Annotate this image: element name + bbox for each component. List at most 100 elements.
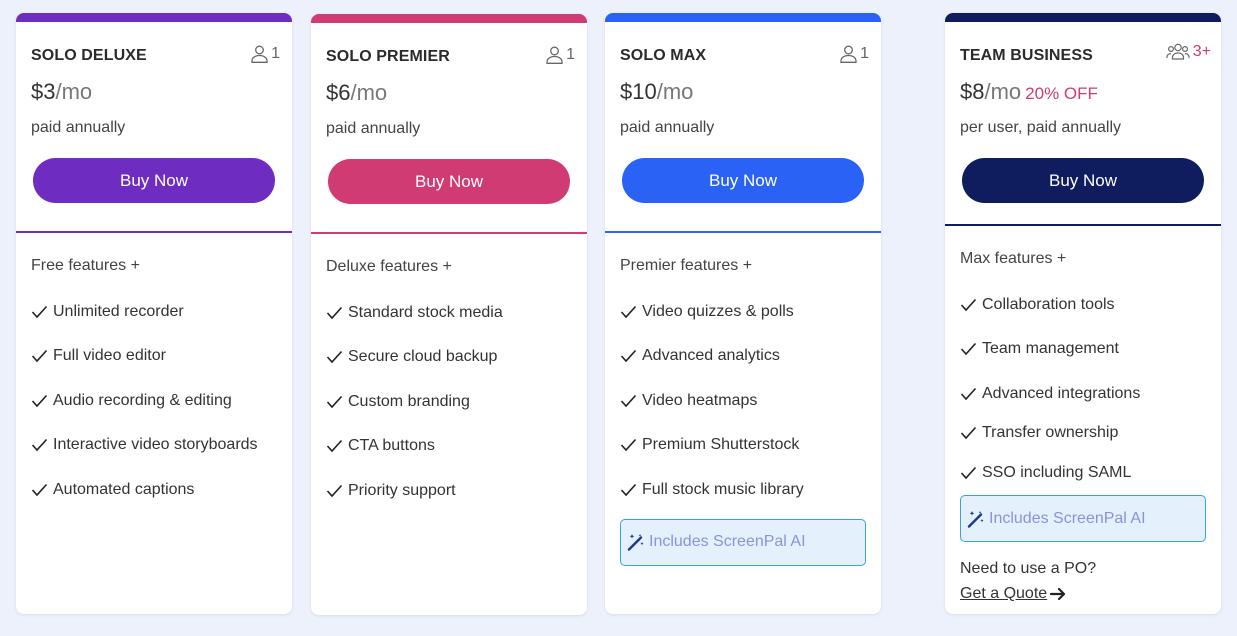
feature-label: Premium Shutterstock (642, 436, 800, 453)
check-icon (326, 395, 343, 408)
price-amount: $8 (960, 79, 985, 104)
check-icon (326, 439, 343, 453)
feature-label: Priority support (348, 481, 456, 499)
feature-item: Transfer ownership (960, 423, 1221, 443)
ai-badge-label: Includes ScreenPal AI (649, 533, 806, 550)
check-icon (31, 349, 48, 363)
card-header: TEAM BUSINESS 3+ $8/mo 20% OFF per user, … (945, 13, 1221, 226)
features-title: Free features + (31, 257, 140, 274)
feature-item: Video quizzes & polls (620, 302, 881, 322)
billing-terms: paid annually (326, 120, 421, 137)
feature-label: Interactive video storyboards (53, 436, 258, 453)
plan-name: SOLO MAX (620, 47, 707, 64)
feature-item: Advanced integrations (960, 384, 1221, 404)
user-icon (840, 45, 857, 63)
plan-name: TEAM BUSINESS (960, 47, 1093, 64)
buy-now-button[interactable]: Buy Now (328, 159, 570, 204)
seat-count: 3+ (1166, 43, 1211, 61)
buy-now-button[interactable]: Buy Now (33, 158, 275, 203)
card-header: SOLO PREMIER 1 $6/mo paid annually Buy N… (311, 14, 587, 234)
check-icon (326, 350, 343, 364)
billing-terms: per user, paid annually (960, 119, 1121, 136)
price: $6/mo (326, 80, 387, 106)
po-prompt: Need to use a PO? (960, 560, 1097, 577)
feature-label: Automated captions (53, 480, 195, 498)
billing-terms: paid annually (620, 119, 715, 136)
plan-card-solo-premier: SOLO PREMIER 1 $6/mo paid annually Buy N… (311, 14, 587, 615)
feature-label: Standard stock media (348, 303, 503, 321)
feature-label: Video quizzes & polls (642, 302, 794, 320)
feature-label: Team management (982, 340, 1119, 357)
check-icon (31, 438, 48, 452)
feature-item: Advanced analytics (620, 346, 881, 366)
plan-card-team-business: TEAM BUSINESS 3+ $8/mo 20% OFF per user, … (945, 13, 1221, 614)
plan-name: SOLO PREMIER (326, 48, 450, 65)
check-icon (620, 394, 637, 407)
feature-item: Full stock music library (620, 480, 881, 500)
card-divider (605, 231, 881, 233)
feature-label: Custom branding (348, 392, 470, 410)
plan-card-solo-max: SOLO MAX 1 $10/mo paid annually Buy Now … (605, 13, 881, 614)
buy-now-button[interactable]: Buy Now (962, 158, 1204, 203)
magic-wand-icon (967, 510, 984, 528)
feature-label: Audio recording & editing (53, 391, 232, 409)
feature-list: Deluxe features + Standard stock media S… (311, 258, 587, 501)
billing-terms: paid annually (31, 119, 126, 136)
seat-count: 1 (546, 46, 575, 64)
price: $3/mo (31, 79, 92, 105)
feature-item: Video heatmaps (620, 391, 881, 411)
get-a-quote-link[interactable]: Get a Quote (960, 585, 1067, 603)
price-amount: $10 (620, 79, 657, 104)
feature-label: Collaboration tools (982, 295, 1115, 313)
seat-count: 1 (251, 45, 280, 63)
feature-list: Free features + Unlimited recorder Full … (16, 257, 292, 500)
quote-label: Get a Quote (960, 585, 1048, 602)
feature-label: Full stock music library (642, 480, 804, 498)
seat-count: 1 (840, 45, 869, 63)
feature-label: CTA buttons (348, 437, 435, 454)
card-divider (16, 231, 292, 233)
check-icon (620, 305, 637, 318)
card-header: SOLO MAX 1 $10/mo paid annually Buy Now (605, 13, 881, 233)
feature-item: Interactive video storyboards (31, 435, 292, 455)
buy-now-button[interactable]: Buy Now (622, 158, 864, 203)
price-amount: $3 (31, 79, 56, 104)
feature-label: Transfer ownership (982, 424, 1119, 441)
plan-card-solo-deluxe: SOLO DELUXE 1 $3/mo paid annually Buy No… (16, 13, 292, 614)
price-amount: $6 (326, 80, 351, 105)
check-icon (31, 394, 48, 407)
feature-label: Unlimited recorder (53, 302, 184, 320)
price-period: /mo (350, 80, 388, 105)
ai-badge-label: Includes ScreenPal AI (989, 509, 1146, 527)
arrow-right-icon (1050, 587, 1066, 601)
magic-wand-icon (627, 534, 644, 551)
feature-item: Collaboration tools (960, 295, 1221, 315)
features-title: Premier features + (620, 257, 753, 274)
check-icon (620, 438, 637, 452)
seat-count-value: 1 (860, 45, 869, 62)
feature-item: SSO including SAML (960, 463, 1221, 483)
check-icon (326, 484, 343, 497)
card-divider (311, 232, 587, 234)
feature-item: Team management (960, 339, 1221, 359)
price-period: /mo (656, 79, 694, 104)
feature-list: Premier features + Video quizzes & polls… (605, 257, 881, 566)
screenpal-ai-badge: Includes ScreenPal AI (960, 495, 1206, 542)
check-icon (620, 349, 637, 363)
check-icon (31, 483, 48, 496)
feature-label: Full video editor (53, 347, 166, 364)
feature-item: Premium Shutterstock (620, 435, 881, 455)
check-icon (31, 305, 48, 318)
feature-label: Video heatmaps (642, 391, 758, 409)
seat-count-value: 1 (566, 46, 575, 63)
card-header: SOLO DELUXE 1 $3/mo paid annually Buy No… (16, 13, 292, 233)
check-icon (960, 466, 977, 480)
check-icon (960, 387, 977, 401)
feature-label: Advanced analytics (642, 347, 780, 364)
feature-item: Automated captions (31, 480, 292, 500)
seat-count-value: 1 (271, 45, 280, 62)
feature-item: Full video editor (31, 346, 292, 366)
feature-item: CTA buttons (326, 436, 587, 456)
feature-item: Priority support (326, 481, 587, 501)
feature-item: Custom branding (326, 392, 587, 412)
